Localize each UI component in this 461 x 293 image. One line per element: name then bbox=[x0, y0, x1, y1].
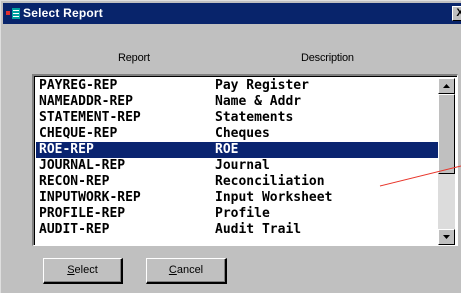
report-description: Journal bbox=[215, 158, 270, 173]
select-button[interactable]: Select bbox=[43, 258, 123, 284]
select-report-dialog: Select Report X Report Description PAYRE… bbox=[0, 0, 461, 293]
select-button-label: elect bbox=[74, 264, 98, 276]
list-item[interactable]: AUDIT-REP Audit Trail bbox=[36, 222, 438, 238]
scroll-down-button[interactable] bbox=[438, 229, 455, 245]
report-name: INPUTWORK-REP bbox=[39, 190, 141, 205]
report-name: PAYREG-REP bbox=[39, 78, 118, 93]
report-name: STATEMENT-REP bbox=[39, 110, 141, 125]
close-icon[interactable]: X bbox=[452, 6, 461, 21]
report-name: PROFILE-REP bbox=[39, 206, 126, 221]
scroll-up-arrow-icon bbox=[443, 84, 450, 88]
report-name: ROE-REP bbox=[39, 142, 94, 157]
report-list-rows: PAYREG-REP Pay Register NAMEADDR-REP Name &… bbox=[36, 78, 438, 245]
report-name: CHEQUE-REP bbox=[39, 126, 118, 141]
report-description: Pay Register bbox=[215, 78, 309, 93]
report-description: ROE bbox=[215, 142, 239, 157]
cancel-button-label: ancel bbox=[176, 264, 204, 276]
report-description: Reconciliation bbox=[215, 174, 325, 189]
column-header-description: Description bbox=[301, 52, 354, 64]
select-button-accel: S bbox=[67, 264, 75, 276]
window-title: Select Report bbox=[23, 6, 103, 20]
scroll-down-arrow-icon bbox=[443, 235, 450, 239]
list-item[interactable]: STATEMENT-REP Statements bbox=[36, 110, 438, 126]
scrollbar-thumb[interactable] bbox=[438, 94, 455, 174]
list-item[interactable]: JOURNAL-REP Journal bbox=[36, 158, 438, 174]
cancel-button-accel: C bbox=[168, 264, 177, 276]
vertical-scrollbar[interactable] bbox=[438, 78, 455, 245]
title-bar[interactable]: Select Report X bbox=[3, 3, 461, 24]
list-item[interactable]: RECON-REP Reconciliation bbox=[36, 174, 438, 190]
report-description: Profile bbox=[215, 206, 270, 221]
report-list[interactable]: PAYREG-REP Pay Register NAMEADDR-REP Name &… bbox=[32, 74, 458, 246]
list-item[interactable]: PROFILE-REP Profile bbox=[36, 206, 438, 222]
column-header-report: Report bbox=[118, 52, 150, 64]
report-description: Audit Trail bbox=[215, 222, 302, 237]
report-name: RECON-REP bbox=[39, 174, 110, 189]
report-description: Statements bbox=[215, 110, 294, 125]
list-item[interactable]: CHEQUE-REP Cheques bbox=[36, 126, 438, 142]
report-name: AUDIT-REP bbox=[39, 222, 110, 237]
report-description: Cheques bbox=[215, 126, 270, 141]
scroll-up-button[interactable] bbox=[438, 78, 455, 94]
report-name: JOURNAL-REP bbox=[39, 158, 126, 173]
list-item[interactable]: NAMEADDR-REP Name & Addr bbox=[36, 94, 438, 110]
app-icon bbox=[6, 8, 20, 19]
report-name: NAMEADDR-REP bbox=[39, 94, 133, 109]
list-item[interactable]: PAYREG-REP Pay Register bbox=[36, 78, 438, 94]
list-item[interactable]: INPUTWORK-REP Input Worksheet bbox=[36, 190, 438, 206]
list-item-selected[interactable]: ROE-REP ROE bbox=[36, 142, 438, 158]
report-description: Name & Addr bbox=[215, 94, 302, 109]
report-description: Input Worksheet bbox=[215, 190, 333, 205]
cancel-button[interactable]: Cancel bbox=[146, 258, 227, 284]
